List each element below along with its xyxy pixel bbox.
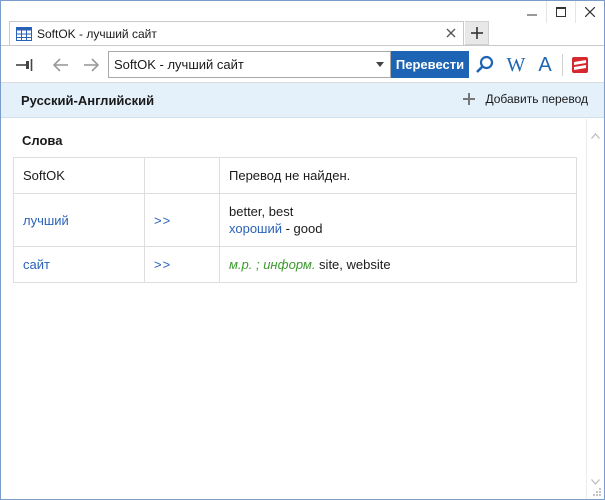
arrow-right-icon (84, 58, 99, 72)
minimize-button[interactable] (517, 1, 546, 23)
table-row: SoftOK Перевод не найден. (13, 157, 577, 194)
toolbar: Перевести W A (1, 45, 604, 83)
maximize-button[interactable] (546, 1, 575, 23)
new-tab-button[interactable] (465, 21, 489, 45)
words-table: SoftOK Перевод не найден. лучший >> bett… (13, 157, 577, 283)
toolbar-separator (562, 54, 563, 76)
word-link[interactable]: лучший (23, 213, 69, 228)
expand-link[interactable]: >> (154, 213, 171, 228)
search-input[interactable] (114, 57, 364, 72)
wikipedia-icon: W (506, 53, 526, 76)
translation-text: Перевод не найден. (229, 168, 351, 183)
forward-button[interactable] (81, 55, 101, 75)
add-icon (463, 93, 476, 105)
tab-title: SoftOK - лучший сайт (37, 26, 157, 41)
title-bar: SoftOK - лучший сайт (1, 1, 604, 45)
section-title: Слова (22, 133, 63, 148)
wikipedia-button[interactable]: W (504, 53, 528, 76)
word-cell: SoftOK (13, 157, 145, 194)
minimize-icon (526, 14, 537, 16)
table-row: лучший >> better, best хороший - good (13, 193, 577, 247)
app-menu-button[interactable] (570, 55, 590, 75)
search-combobox[interactable] (108, 51, 391, 78)
language-pair-title: Русский-Английский (21, 93, 155, 108)
scroll-up-icon[interactable] (591, 133, 600, 139)
maximize-icon (556, 7, 566, 17)
pin-icon (16, 59, 33, 71)
word-cell: лучший (13, 193, 145, 247)
tab-close-icon[interactable] (445, 27, 457, 39)
scroll-down-icon[interactable] (591, 479, 600, 485)
pin-button[interactable] (15, 55, 35, 75)
translation-text: site, website (315, 257, 391, 272)
dropdown-arrow-icon[interactable] (376, 62, 384, 67)
magnifier-icon (476, 55, 494, 73)
dictionary-icon: A (538, 53, 552, 76)
app-window: SoftOK - лучший сайт SoftOK - лучший сай… (0, 0, 605, 500)
translation-cell: Перевод не найден. (219, 157, 577, 194)
search-button[interactable] (475, 55, 495, 75)
translation-cell: better, best хороший - good (219, 193, 577, 247)
grammar-label: м.р. ; информ. (229, 257, 316, 272)
word-cell: сайт (13, 246, 145, 283)
table-row: сайт >> м.р. ; информ. site, website (13, 246, 577, 283)
close-icon (585, 7, 595, 17)
expand-cell (144, 157, 220, 194)
tab-current[interactable]: SoftOK - лучший сайт (9, 21, 464, 45)
translation-line: хороший - good (229, 220, 567, 237)
language-header: Русский-Английский Добавить перевод (1, 83, 604, 118)
arrow-left-icon (53, 58, 68, 72)
table-icon (16, 26, 32, 41)
word-link[interactable]: сайт (23, 257, 50, 272)
translate-button[interactable]: Перевести (391, 51, 469, 78)
synonym-link[interactable]: хороший (229, 221, 282, 236)
resize-grip-icon[interactable] (592, 487, 602, 497)
app-logo-icon (572, 57, 588, 73)
expand-cell: >> (144, 246, 220, 283)
results-pane: Слова SoftOK Перевод не найден. лучший >… (1, 119, 604, 499)
dictionary-button[interactable]: A (535, 53, 555, 76)
add-translation-label: Добавить перевод (485, 92, 588, 106)
vertical-scrollbar[interactable] (586, 119, 604, 499)
add-translation-button[interactable]: Добавить перевод (463, 92, 588, 106)
back-button[interactable] (51, 55, 71, 75)
expand-cell: >> (144, 193, 220, 247)
close-window-button[interactable] (575, 1, 604, 23)
plus-icon (470, 27, 483, 39)
window-controls (517, 1, 604, 23)
translation-text: - good (282, 221, 323, 236)
translation-line: better, best (229, 204, 294, 219)
expand-link[interactable]: >> (154, 257, 171, 272)
translation-cell: м.р. ; информ. site, website (219, 246, 577, 283)
